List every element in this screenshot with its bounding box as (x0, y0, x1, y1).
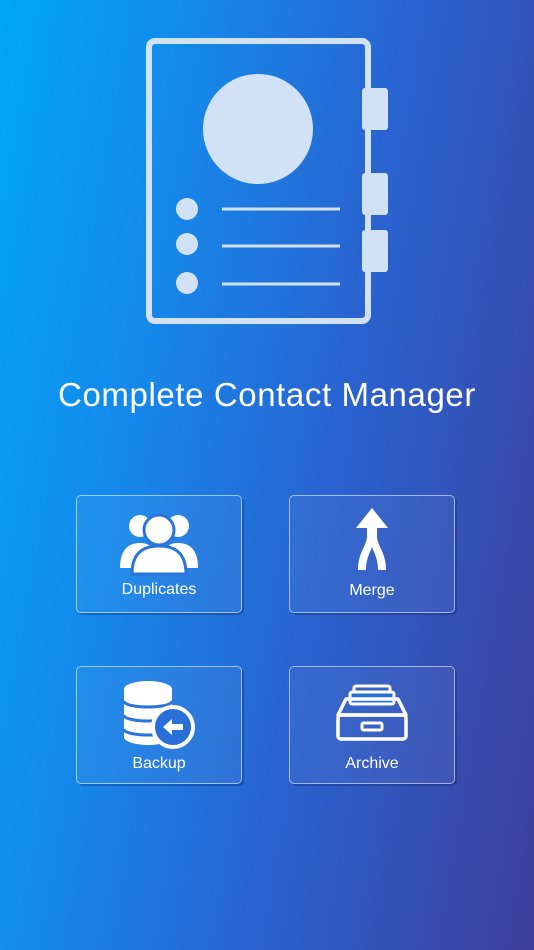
avatar-circle (203, 74, 313, 184)
duplicates-label: Duplicates (121, 581, 197, 598)
archive-tray-icon (290, 683, 454, 743)
duplicate-users-icon (77, 510, 241, 576)
app-title: Complete Contact Manager (58, 376, 476, 413)
merge-label: Merge (349, 582, 395, 599)
archive-label: Archive (345, 755, 399, 772)
backup-button[interactable]: Backup (76, 666, 242, 784)
bullet-2 (176, 233, 198, 255)
archive-button[interactable]: Archive (289, 666, 455, 784)
duplicates-button[interactable]: Duplicates (76, 495, 242, 613)
contact-book-svg (146, 38, 388, 324)
database-backup-icon (77, 679, 241, 751)
bullet-1 (176, 198, 198, 220)
merge-arrow-icon (290, 506, 454, 572)
contact-book-icon (140, 36, 396, 328)
bullet-3 (176, 272, 198, 294)
merge-button[interactable]: Merge (289, 495, 455, 613)
backup-label: Backup (132, 755, 186, 772)
